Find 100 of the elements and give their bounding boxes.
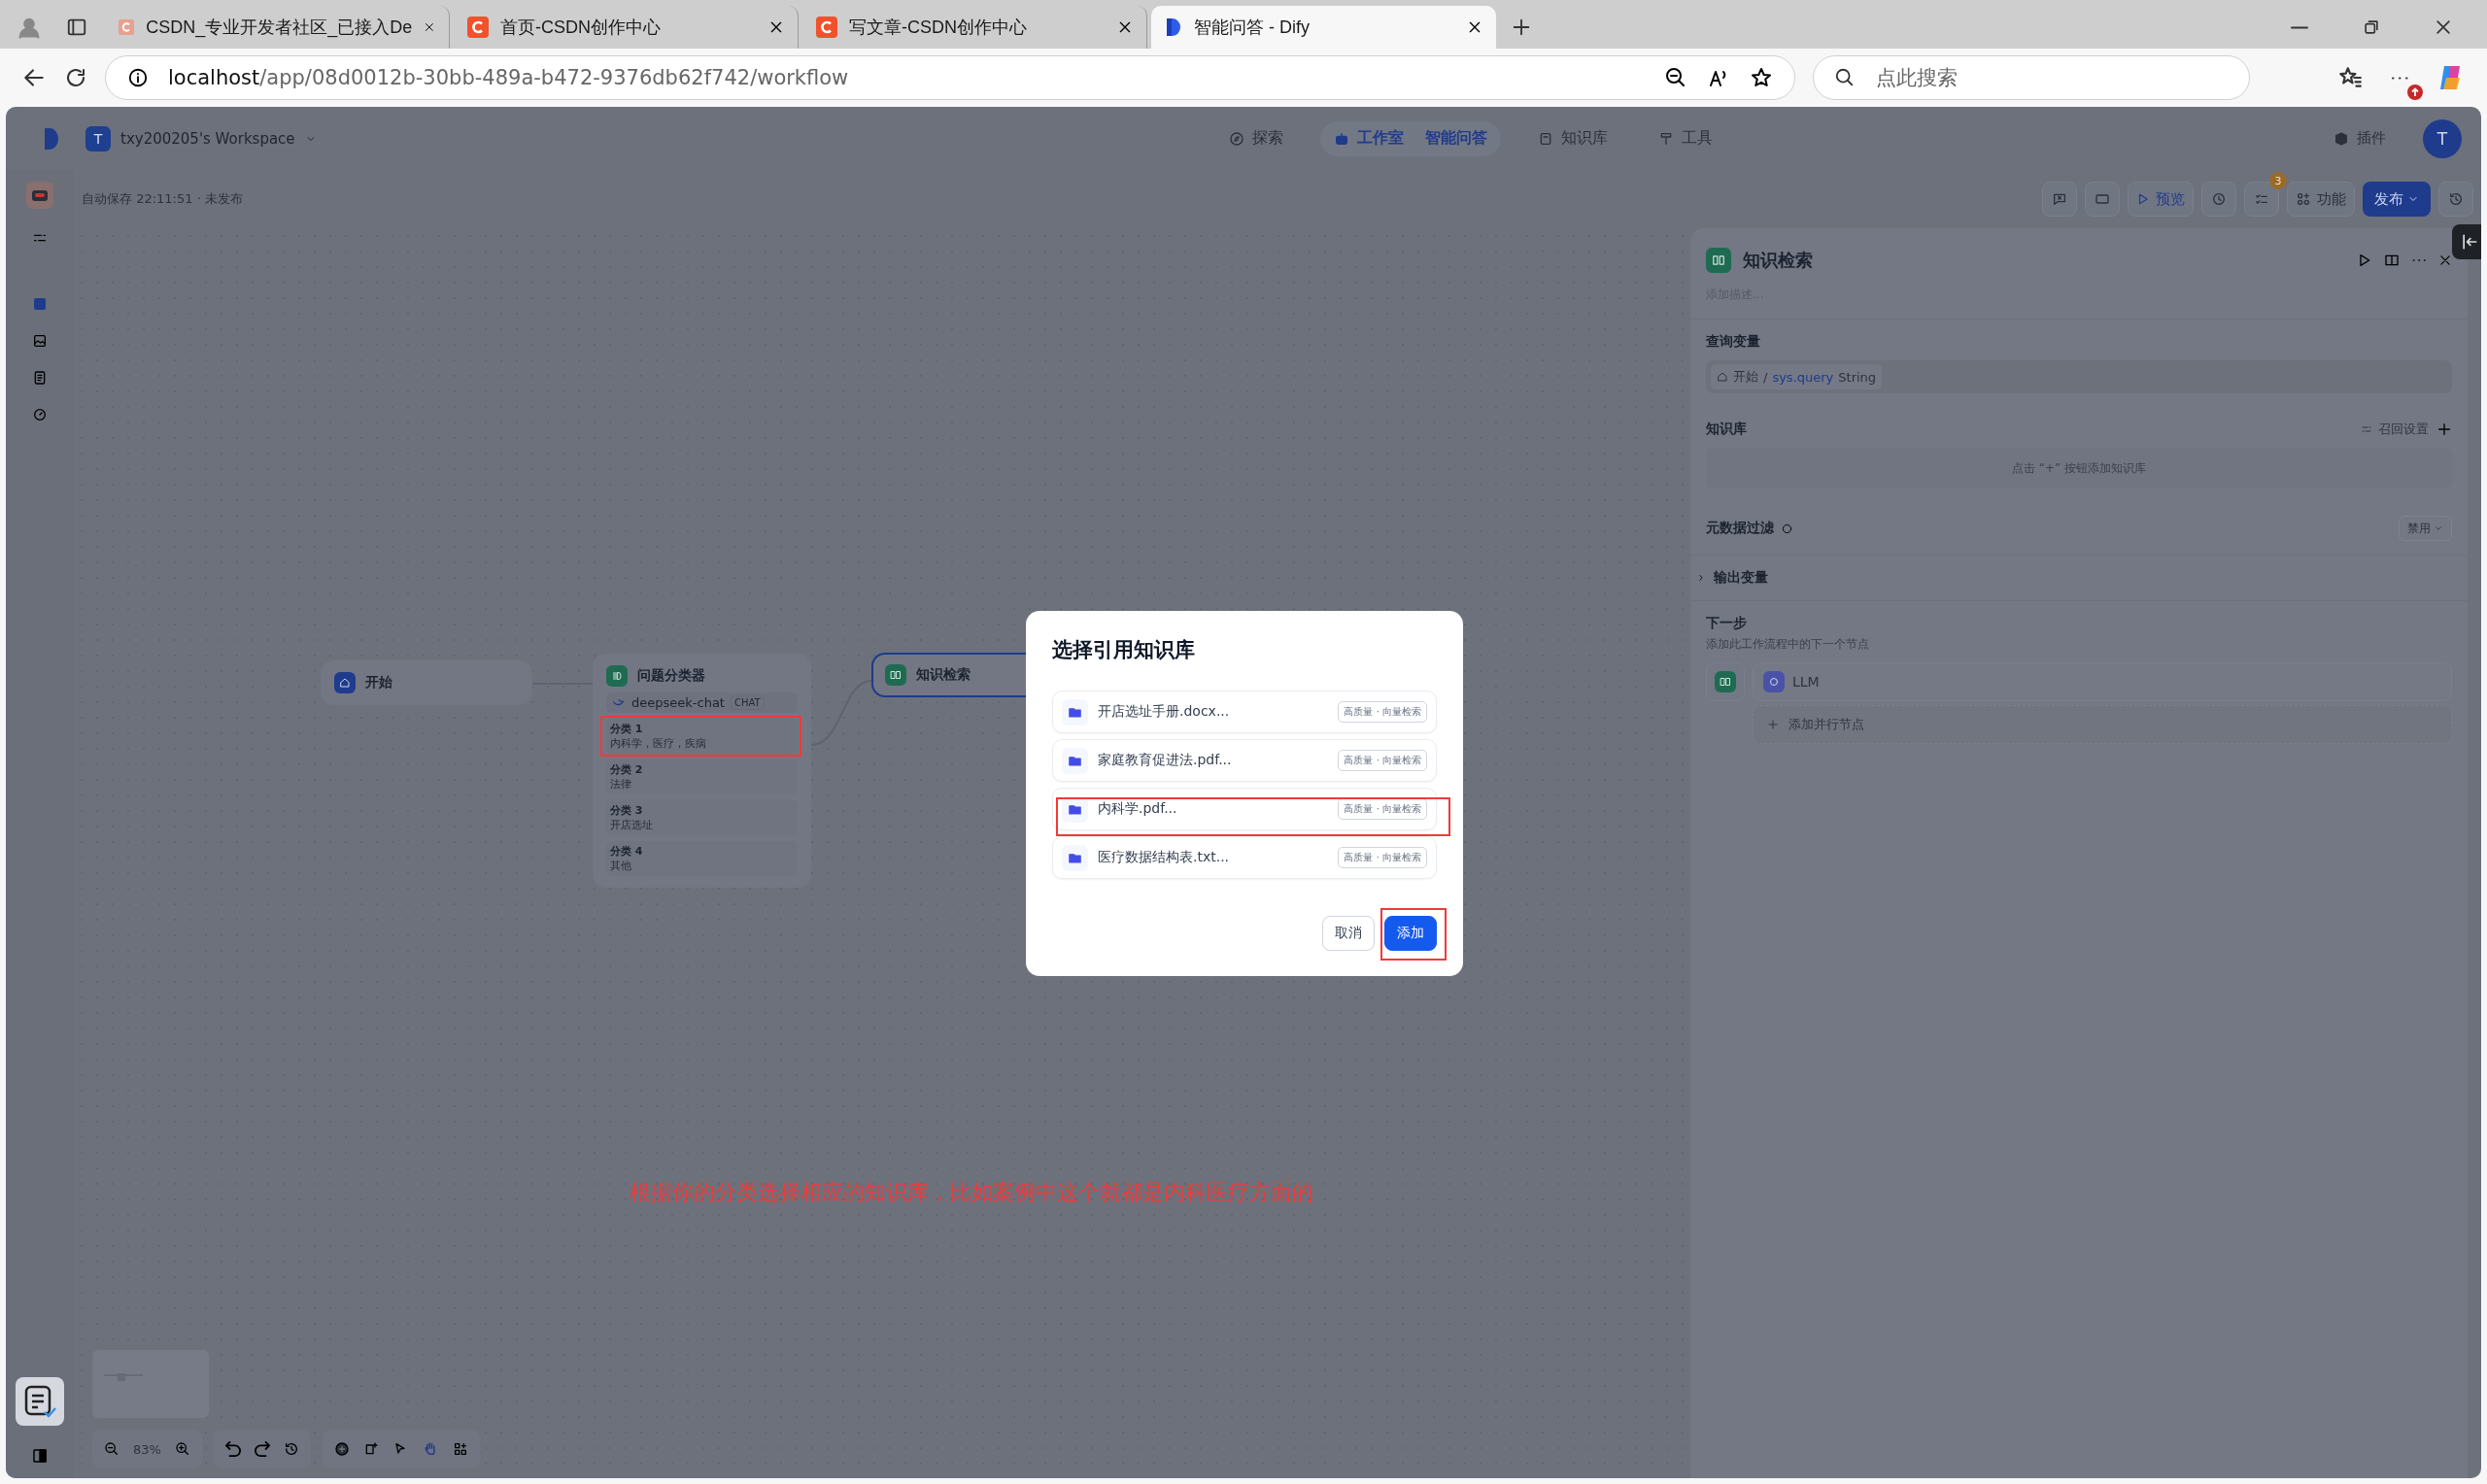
run-history-button[interactable] — [2201, 182, 2236, 217]
layout-icon — [452, 1441, 468, 1457]
version-history-button[interactable] — [2438, 182, 2473, 217]
document-icon — [32, 370, 48, 386]
preview-button[interactable]: 预览 — [2128, 182, 2194, 217]
model-tag: CHAT — [730, 695, 765, 710]
index-tag: 高质量 · 向量检索 — [1338, 847, 1427, 868]
plus-icon — [2436, 422, 2452, 437]
window-icon — [66, 17, 87, 38]
annotation-text: 根据你的分类选择相应的知识库，比如案例中这个就都是内科医疗方面的 — [630, 1179, 1313, 1206]
search-icon — [1834, 67, 1856, 88]
close-icon — [1467, 19, 1482, 35]
clock-play-icon — [2211, 191, 2227, 207]
canvas-tools[interactable] — [322, 1430, 480, 1468]
panel-toggle-icon — [31, 1447, 49, 1465]
image-icon — [32, 333, 48, 349]
update-badge-icon — [2407, 84, 2423, 100]
variable-field[interactable]: 开始 / sys.query String — [1706, 360, 2452, 393]
cube-icon — [2334, 130, 2349, 147]
zoom-out-icon — [1664, 66, 1687, 89]
robot-avatar-icon[interactable] — [26, 182, 53, 209]
history-icon — [2448, 191, 2464, 207]
close-icon — [768, 19, 784, 35]
home-icon — [1717, 371, 1728, 383]
node-title: 问题分类器 — [637, 667, 705, 685]
nav-tab[interactable]: 工具 — [1644, 120, 1726, 156]
open-book-icon — [1720, 676, 1731, 688]
more-icon — [2390, 75, 2409, 81]
section-label: 下一步 — [1706, 615, 1748, 632]
notes-icon[interactable] — [16, 1377, 64, 1426]
app-breadcrumb[interactable]: 智能问答 — [1424, 128, 1487, 149]
panel-title: 知识检索 — [1743, 249, 1814, 272]
nav-tab[interactable]: 探索 — [1214, 120, 1297, 156]
connector-line — [811, 679, 873, 747]
recall-settings-button[interactable]: 召回设置 — [2361, 421, 2429, 438]
dialog-button[interactable]: 取消 — [1322, 916, 1375, 951]
dialog-button[interactable]: 添加 — [1384, 916, 1437, 951]
redo-icon — [254, 1441, 270, 1457]
star-icon — [1750, 66, 1773, 89]
user-avatar[interactable]: T — [2423, 118, 2462, 158]
plugins-link[interactable]: 插件 — [2334, 129, 2386, 148]
workspace-switcher[interactable]: T txy200205's Workspace — [85, 125, 317, 152]
history-icon — [283, 1441, 299, 1457]
browser-tab[interactable]: 智能问答 - Dify — [1151, 6, 1496, 49]
nav-tab[interactable]: 工作室 智能问答 — [1319, 120, 1501, 156]
search-field[interactable]: 点此搜索 — [1813, 55, 2250, 100]
env-button[interactable] — [2085, 182, 2120, 217]
zoom-out-icon — [104, 1441, 119, 1457]
bars-icon — [611, 670, 623, 682]
model-selector[interactable]: deepseek-chat CHAT — [606, 692, 798, 713]
metadata-select[interactable]: 禁用 — [2399, 516, 2452, 541]
undo-icon — [224, 1441, 241, 1457]
chevron-right-icon — [1696, 573, 1706, 583]
collapse-icon — [2460, 232, 2479, 252]
output-toggle[interactable]: 输出变量 — [1696, 569, 2452, 587]
restore-icon — [2362, 17, 2381, 37]
node-title: 开始 — [365, 674, 392, 691]
compass-icon — [1228, 130, 1244, 147]
chat-x-icon — [2052, 191, 2067, 207]
features-button[interactable]: 功能 — [2287, 182, 2355, 217]
help-icon — [1782, 523, 1792, 534]
collapse-panel-button[interactable] — [2452, 224, 2481, 259]
knowledge-item[interactable]: 医疗数据结构表.txt... 高质量 · 向量检索 — [1052, 836, 1437, 879]
section-label: 元数据过滤 — [1706, 520, 1774, 537]
plus-icon — [1767, 719, 1779, 730]
workflow-node[interactable]: 开始 — [321, 660, 532, 705]
index-tag: 高质量 · 向量检索 — [1338, 750, 1427, 771]
book-icon — [2384, 253, 2400, 268]
history-controls[interactable] — [213, 1430, 311, 1468]
address-bar[interactable]: localhost/app/08d0012b-30bb-489a-b472-9376db62f742/workflow — [105, 55, 1795, 100]
features-icon — [2296, 191, 2311, 207]
open-book-icon — [1712, 253, 1725, 267]
add-node-icon — [333, 1441, 350, 1457]
gauge-icon — [32, 407, 48, 422]
house-icon — [339, 677, 351, 689]
index-tag: 高质量 · 向量检索 — [1338, 701, 1427, 723]
reload-button[interactable] — [64, 66, 87, 89]
next-node[interactable]: LLM — [1753, 662, 2452, 701]
open-book-icon — [890, 669, 902, 681]
chevron-down-icon — [2434, 523, 2443, 533]
clear-variables-button[interactable] — [2042, 182, 2077, 217]
favorites-icon — [2337, 65, 2363, 90]
info-icon — [127, 67, 149, 88]
knowledge-item[interactable]: 家庭教育促进法.pdf... 高质量 · 向量检索 — [1052, 739, 1437, 782]
plus-icon — [1511, 17, 1532, 38]
add-parallel-node-button[interactable]: 添加并行节点 — [1753, 705, 2452, 744]
minimize-icon — [2291, 25, 2308, 29]
section-label: 知识库 — [1706, 421, 1747, 438]
knowledge-item[interactable]: 开店选址手册.docx... 高质量 · 向量检索 — [1052, 691, 1437, 733]
nav-tab[interactable]: 知识库 — [1523, 120, 1621, 156]
knowledge-item[interactable]: 内科学.pdf... 高质量 · 向量检索 — [1052, 788, 1437, 830]
publish-button[interactable]: 发布 — [2363, 182, 2431, 217]
zoom-controls[interactable]: 83% — [92, 1430, 202, 1468]
favorites-button[interactable] — [2337, 65, 2363, 90]
close-icon — [2438, 253, 2452, 267]
autosave-status: 自动保存 22:11:51 · 未发布 — [82, 190, 243, 208]
workflow-node[interactable]: 问题分类器 deepseek-chat CHAT 分类 1 内科学，医疗，疾病 分类 2 法律 分类 3 开店选址 分类 4 其他 — [593, 654, 811, 888]
url-text: localhost/app/08d0012b-30bb-489a-b472-9376db62f742/workflow — [168, 66, 849, 89]
reload-icon — [64, 66, 87, 89]
checklist-count: 3 — [2269, 172, 2287, 189]
